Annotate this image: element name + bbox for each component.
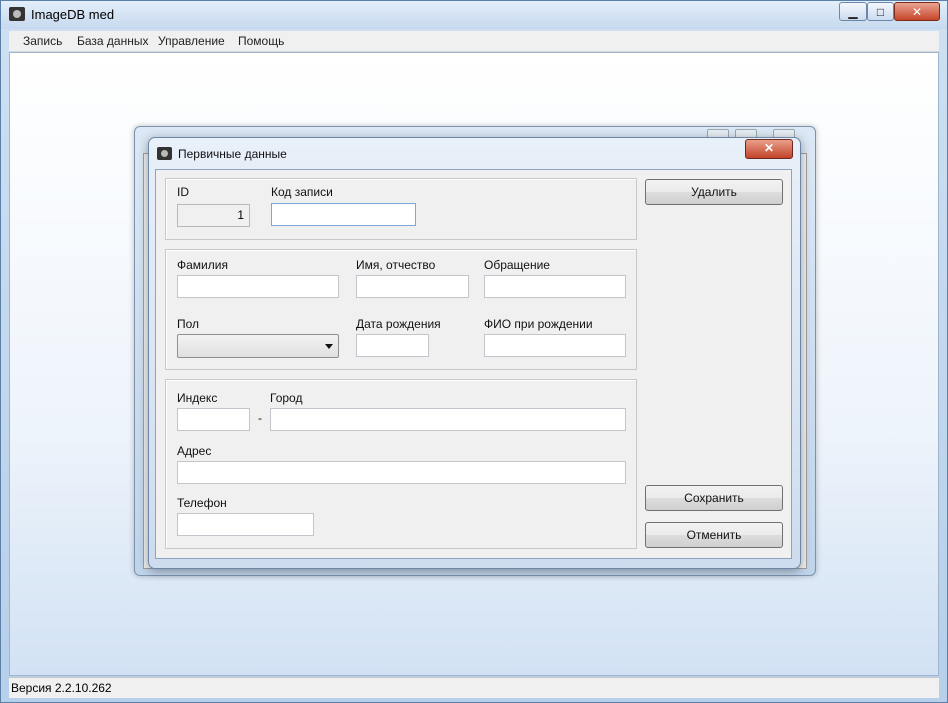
dialog-title: Первичные данные [178, 147, 287, 161]
id-label: ID [177, 185, 189, 199]
menu-record[interactable]: Запись [23, 34, 62, 48]
menu-management[interactable]: Управление [158, 34, 225, 48]
city-input[interactable] [270, 408, 626, 431]
address-label: Адрес [177, 444, 212, 458]
window-title: ImageDB med [31, 7, 115, 22]
index-city-dash: - [258, 411, 262, 425]
primary-data-dialog: Первичные данные ✕ ID 1 Код записи Фамил… [148, 137, 801, 569]
birthname-input[interactable] [484, 334, 626, 357]
birthdate-input[interactable] [356, 334, 429, 357]
salutation-input[interactable] [484, 275, 626, 298]
maximize-button[interactable]: □ [867, 2, 894, 21]
salutation-label: Обращение [484, 258, 550, 272]
sex-label: Пол [177, 317, 200, 331]
record-code-input[interactable] [271, 203, 416, 226]
version-text: Версия 2.2.10.262 [11, 681, 112, 695]
birthname-label: ФИО при рождении [484, 317, 593, 331]
title-bar: ImageDB med ▁ □ ✕ [1, 1, 947, 29]
chevron-down-icon [325, 344, 333, 349]
minimize-button[interactable]: ▁ [839, 2, 867, 21]
surname-input[interactable] [177, 275, 339, 298]
surname-label: Фамилия [177, 258, 228, 272]
phone-label: Телефон [177, 496, 227, 510]
menu-database[interactable]: База данных [77, 34, 148, 48]
close-button[interactable]: ✕ [894, 2, 940, 21]
menu-help[interactable]: Помощь [238, 34, 284, 48]
record-group: ID 1 Код записи [165, 178, 637, 240]
city-label: Город [270, 391, 303, 405]
phone-input[interactable] [177, 513, 314, 536]
menu-bar: Запись База данных Управление Помощь [9, 31, 939, 52]
save-button[interactable]: Сохранить [645, 485, 783, 511]
person-group: Фамилия Имя, отчество Обращение Пол Дата… [165, 249, 637, 370]
sex-select[interactable] [177, 334, 339, 358]
index-input[interactable] [177, 408, 250, 431]
record-code-label: Код записи [271, 185, 333, 199]
name-input[interactable] [356, 275, 469, 298]
camera-icon [9, 7, 25, 21]
id-field: 1 [177, 204, 250, 227]
dialog-close-button[interactable]: ✕ [745, 139, 793, 159]
birthdate-label: Дата рождения [356, 317, 441, 331]
dialog-body: ID 1 Код записи Фамилия Имя, отчество Об… [155, 169, 792, 559]
cancel-button[interactable]: Отменить [645, 522, 783, 548]
address-input[interactable] [177, 461, 626, 484]
name-label: Имя, отчество [356, 258, 436, 272]
camera-icon [157, 147, 172, 160]
address-group: Индекс - Город Адрес Телефон [165, 379, 637, 549]
delete-button[interactable]: Удалить [645, 179, 783, 205]
status-bar: Версия 2.2.10.262 [9, 677, 939, 698]
index-label: Индекс [177, 391, 218, 405]
